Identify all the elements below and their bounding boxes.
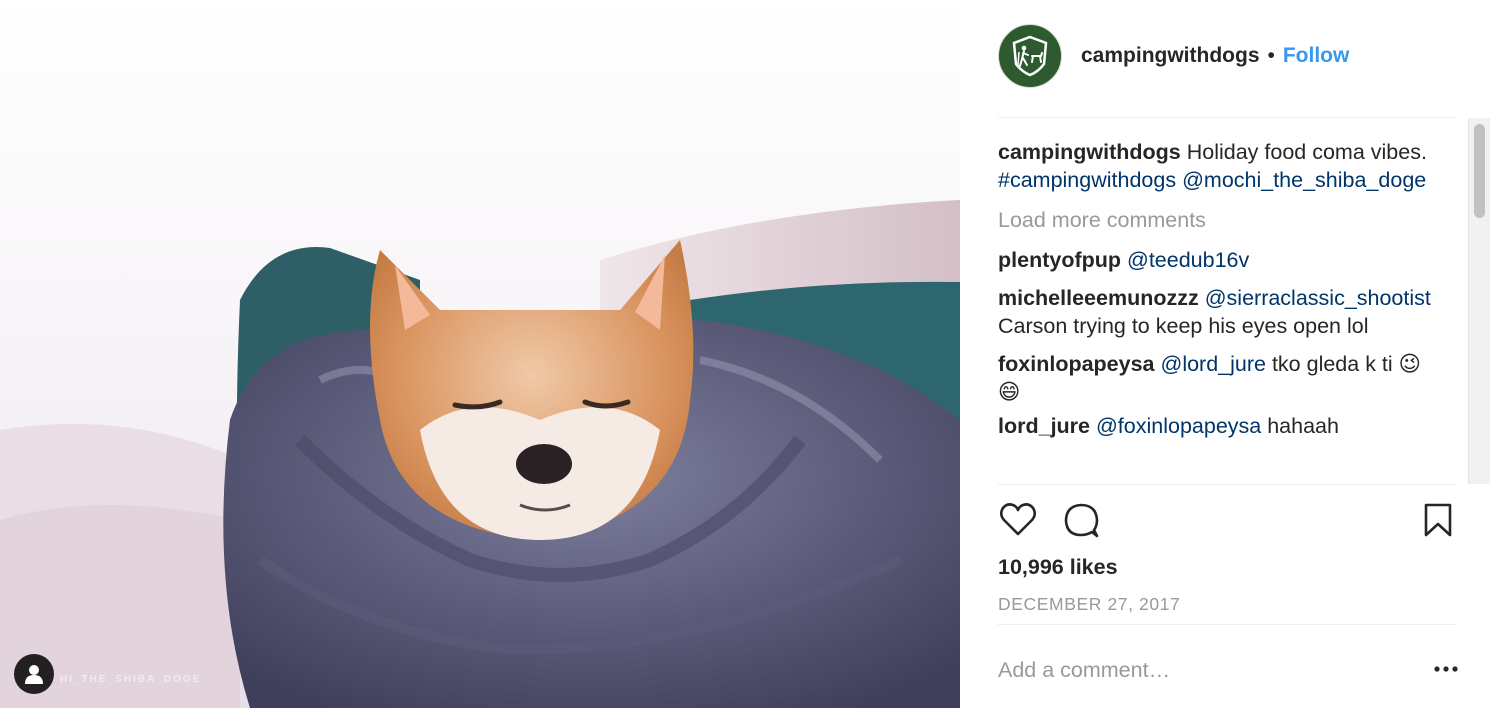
list-item: plentyofpup @teedub16v [998,246,1438,274]
heart-icon [999,503,1037,536]
likes-count[interactable]: 10,996 likes [998,555,1118,580]
comment-text: Carson trying to keep his eyes open lol [998,314,1369,338]
comment-username[interactable]: foxinlopapeysa [998,352,1155,376]
save-button[interactable] [1418,500,1458,545]
like-button[interactable] [998,500,1038,545]
avatar[interactable] [998,24,1062,88]
more-options-button[interactable] [1434,660,1458,678]
action-bar [998,500,1456,544]
caption: campingwithdogs Holiday food coma vibes.… [998,138,1438,194]
hiker-with-dogs-logo [1012,35,1048,77]
comment-mention[interactable]: @lord_jure [1161,352,1266,376]
comment-username[interactable]: michelleeemunozzz [998,286,1199,310]
comment-username[interactable]: plentyofpup [998,248,1121,272]
comments-list[interactable]: campingwithdogs Holiday food coma vibes.… [998,118,1438,484]
separator-dot: • [1267,44,1275,67]
list-item: lord_jure @foxinlopapeysa hahaah [998,412,1438,440]
scrollbar-thumb[interactable] [1474,124,1485,218]
comment-mention[interactable]: @foxinlopapeysa [1096,414,1261,438]
photo-watermark: HI_THE_SHIBA_DOGE [60,674,202,685]
add-comment-input[interactable] [998,650,1418,690]
caption-username[interactable]: campingwithdogs [998,140,1181,164]
user-tag-button[interactable] [14,654,54,694]
add-comment-divider [998,624,1456,625]
bookmark-icon [1424,503,1452,537]
user-tag-icon [25,665,43,684]
follow-button[interactable]: Follow [1283,44,1350,68]
comment-bubble-icon [1064,503,1099,538]
post-date: DECEMBER 27, 2017 [998,594,1181,614]
comment-button[interactable] [1062,500,1102,545]
comments-divider [998,484,1456,485]
header-username[interactable]: campingwithdogs [1081,44,1260,68]
comment-mention[interactable]: @teedub16v [1127,248,1249,272]
shiba-in-sleeping-bag-image [0,0,960,708]
load-more-comments-button[interactable]: Load more comments [998,206,1438,234]
comment-mention[interactable]: @sierraclassic_shootist [1205,286,1431,310]
caption-hashtag[interactable]: #campingwithdogs [998,168,1176,192]
caption-text: Holiday food coma vibes. [1180,140,1427,164]
list-item: michelleeemunozzz @sierraclassic_shootis… [998,284,1438,340]
more-options-icon [1434,666,1458,672]
comment-text: hahaah [1261,414,1339,438]
comments-scrollbar[interactable] [1468,118,1490,484]
post-photo[interactable]: HI_THE_SHIBA_DOGE [0,0,960,708]
post-header: campingwithdogs • Follow [998,24,1349,88]
comment-username[interactable]: lord_jure [998,414,1090,438]
caption-mention[interactable]: @mochi_the_shiba_doge [1182,168,1426,192]
post-side-panel: campingwithdogs • Follow campingwithdogs… [960,0,1496,708]
list-item: foxinlopapeysa @lord_jure tko gleda k ti… [998,350,1438,406]
